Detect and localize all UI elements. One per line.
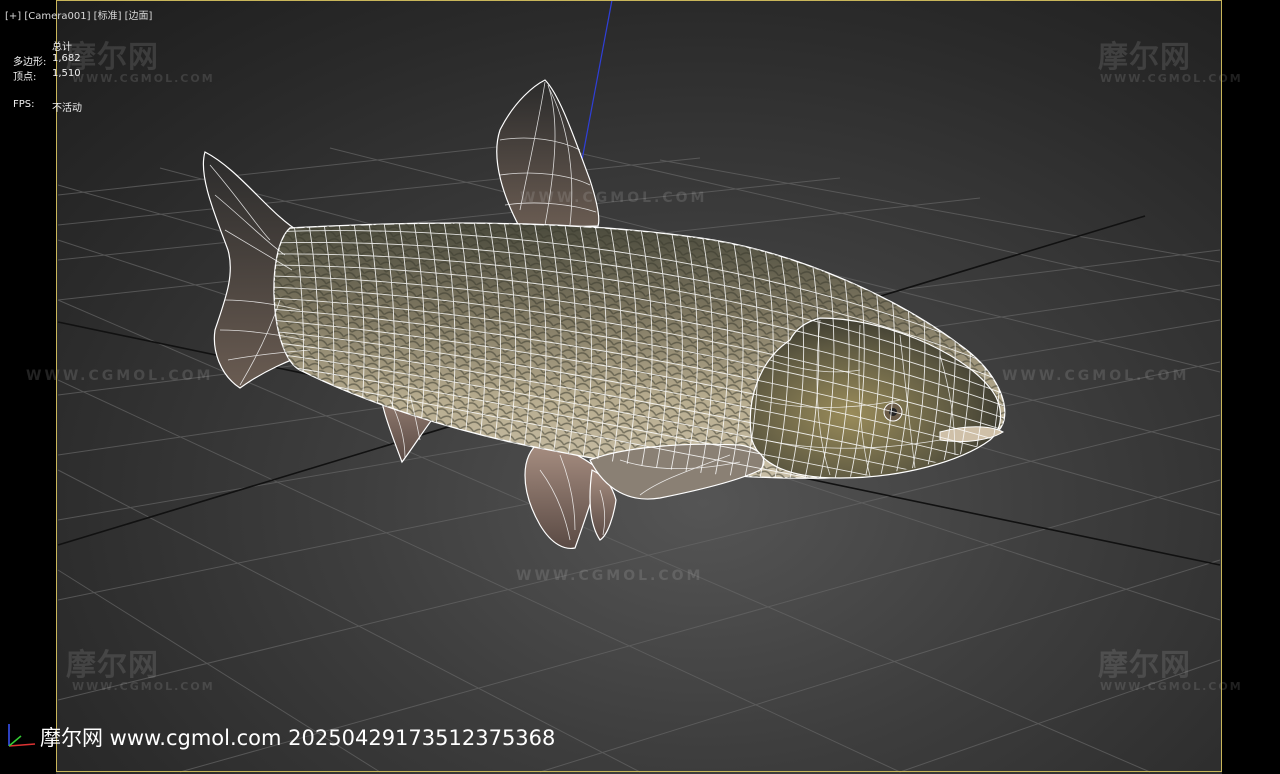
watermark-url: WWW.CGMOL.COM [516,568,704,584]
fish-head [749,317,1002,479]
fish-model[interactable] [202,79,1015,550]
stats-polygons-label: 多边形: [13,57,47,68]
stats-total-label: 总计 [52,42,72,53]
watermark-url: WWW.CGMOL.COM [520,190,708,206]
stats-fps-value: 不活动 [52,103,82,114]
viewport-label-menu[interactable]: [+] [Camera001] [标准] [边面] [5,7,152,22]
watermark-logo: 摩尔网 [1098,40,1191,75]
z-axis-line [581,0,613,161]
watermark-url: WWW.CGMOL.COM [72,72,215,85]
footer-watermark-text: 摩尔网 www.cgmol.com 20250429173512375368 [40,726,556,750]
stats-fps-label: FPS: [13,99,35,110]
stats-polygons-value: 1,682 [52,53,81,64]
watermark-logo: 摩尔网 [66,648,159,683]
stats-vertices-value: 1,510 [52,68,81,79]
watermark-url: WWW.CGMOL.COM [72,680,215,693]
axis-tripod-icon [8,724,36,747]
viewport-scene [57,0,1221,773]
stats-vertices-label: 顶点: [13,72,37,83]
watermark-url: WWW.CGMOL.COM [1002,368,1190,384]
watermark-url: WWW.CGMOL.COM [1100,72,1243,85]
watermark-url: WWW.CGMOL.COM [26,368,214,384]
watermark-url: WWW.CGMOL.COM [1100,680,1243,693]
watermark-logo: 摩尔网 [1098,648,1191,683]
